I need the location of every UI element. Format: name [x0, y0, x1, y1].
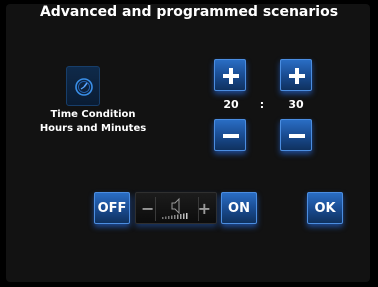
time-condition-caption: Time Condition Hours and Minutes — [38, 108, 148, 136]
time-condition-sublabel: Hours and Minutes — [39, 123, 147, 134]
on-button[interactable]: ON — [221, 192, 257, 224]
volume-up-button[interactable]: + — [198, 199, 211, 218]
plus-icon — [289, 68, 305, 84]
time-condition-label: Time Condition — [50, 109, 136, 120]
off-button[interactable]: OFF — [94, 192, 130, 224]
plus-icon — [223, 68, 239, 84]
minutes-decrease-button[interactable] — [280, 119, 312, 151]
minus-icon — [223, 134, 239, 138]
time-separator: : — [259, 98, 265, 111]
volume-control[interactable]: − + — [135, 192, 217, 224]
scenario-panel — [6, 4, 370, 282]
ok-button[interactable]: OK — [307, 192, 343, 224]
clock-icon — [75, 78, 93, 96]
hours-increase-button[interactable] — [214, 59, 246, 91]
minus-icon — [289, 134, 305, 138]
hours-decrease-button[interactable] — [214, 119, 246, 151]
volume-level-bars — [162, 213, 188, 219]
page-title: Advanced and programmed scenarios — [39, 4, 339, 20]
minutes-value: 30 — [288, 98, 304, 111]
hours-value: 20 — [223, 98, 239, 111]
minutes-increase-button[interactable] — [280, 59, 312, 91]
time-condition-button[interactable] — [66, 66, 100, 106]
